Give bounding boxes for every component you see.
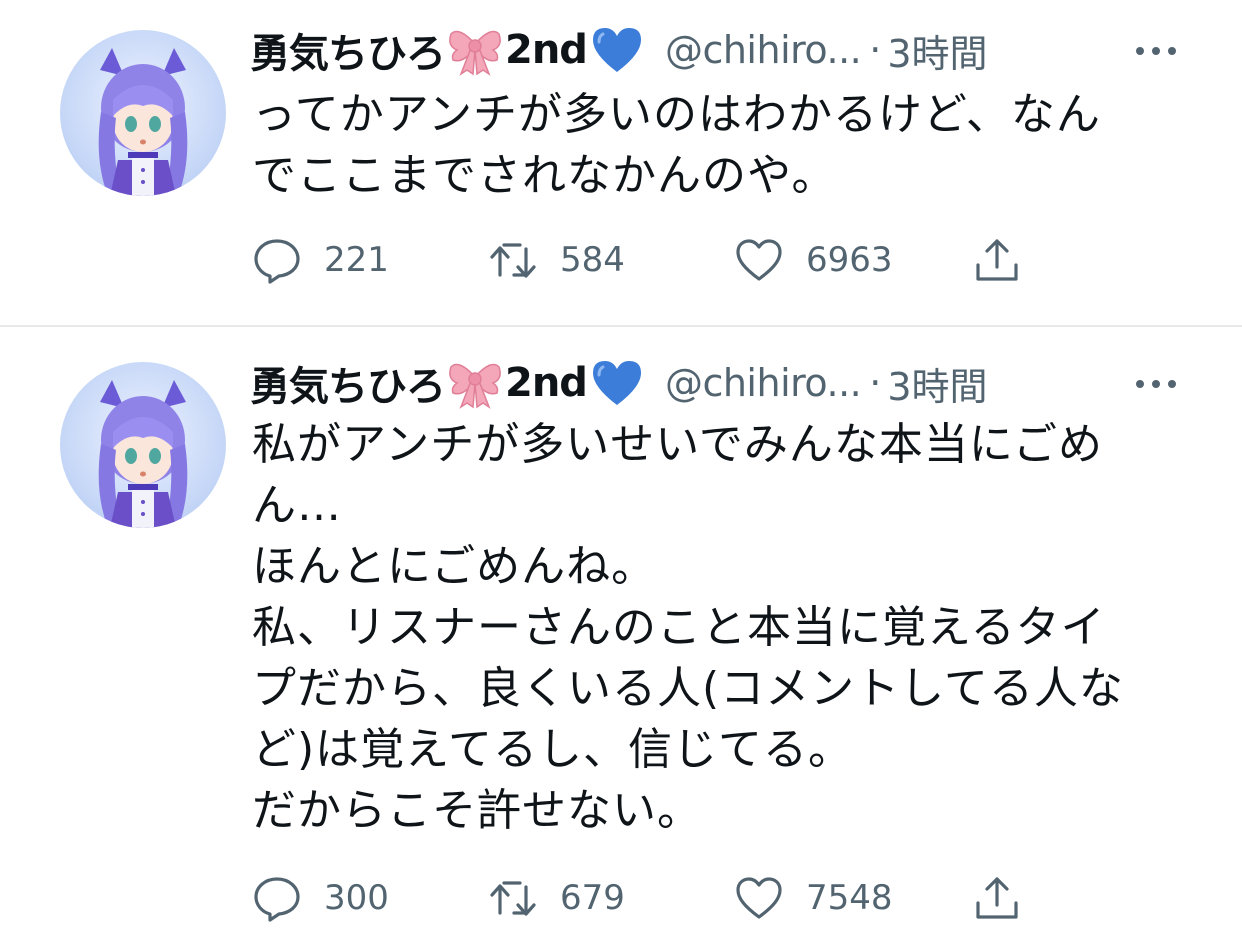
tweet-actions: 300 679 7548 [252, 868, 1052, 928]
handle[interactable]: @chihiro... [665, 28, 862, 72]
like-button[interactable]: 6963 [734, 230, 893, 290]
share-icon [976, 239, 1018, 281]
like-count: 6963 [806, 240, 893, 280]
tweet[interactable]: 勇気ちひろ 2nd @chihiro... · 3時間 [0, 328, 1242, 943]
reply-button[interactable]: 300 [252, 868, 389, 928]
like-count: 7548 [806, 878, 893, 918]
share-button[interactable] [972, 868, 1022, 928]
share-icon [976, 877, 1018, 919]
retweet-count: 679 [560, 878, 625, 918]
reply-count: 300 [324, 878, 389, 918]
retweet-icon [490, 881, 536, 916]
tweet-header: 勇気ちひろ 2nd @chihiro... · 3時間 [250, 353, 988, 413]
more-icon[interactable] [1134, 44, 1178, 58]
timestamp[interactable]: 3時間 [887, 356, 987, 411]
reply-count: 221 [324, 240, 389, 280]
tweet-divider [0, 325, 1242, 327]
like-icon [736, 239, 782, 281]
share-button[interactable] [972, 230, 1022, 290]
like-button[interactable]: 7548 [734, 868, 893, 928]
ribbon-icon [447, 357, 503, 409]
display-name-text[interactable]: 勇気ちひろ [250, 354, 446, 412]
tweet-actions: 221 584 6963 [252, 230, 1052, 290]
timestamp[interactable]: 3時間 [887, 23, 987, 78]
reply-icon [254, 877, 300, 922]
tweet-text: ってかアンチが多いのはわかるけど、なん でここまでされなかんのや。 [252, 89, 1101, 201]
retweet-count: 584 [560, 240, 625, 280]
display-name[interactable]: 勇気ちひろ 2nd [250, 21, 647, 79]
separator: · [869, 361, 882, 405]
separator: · [869, 28, 882, 72]
reply-icon [254, 239, 300, 284]
tweet[interactable]: 勇気ちひろ 2nd @chihiro... · 3時間 [0, 0, 1242, 325]
avatar[interactable] [60, 30, 226, 196]
reply-button[interactable]: 221 [252, 230, 389, 290]
blue-heart-icon [589, 357, 645, 409]
avatar[interactable] [60, 362, 226, 528]
retweet-button[interactable]: 679 [488, 868, 625, 928]
blue-heart-icon [589, 24, 645, 76]
display-name-text[interactable]: 勇気ちひろ [250, 21, 446, 79]
handle[interactable]: @chihiro... [665, 361, 862, 405]
display-name[interactable]: 勇気ちひろ 2nd [250, 354, 647, 412]
like-icon [736, 877, 782, 919]
tweet-header: 勇気ちひろ 2nd @chihiro... · 3時間 [250, 20, 988, 80]
display-name-suffix[interactable]: 2nd [505, 27, 588, 73]
more-icon[interactable] [1134, 377, 1178, 391]
ribbon-icon [447, 24, 503, 76]
retweet-button[interactable]: 584 [488, 230, 625, 290]
display-name-suffix[interactable]: 2nd [505, 360, 588, 406]
tweet-text: 私がアンチが多いせいでみんな本当にごめ ん… ほんとにごめんね。 私、リスナーさ… [252, 419, 1124, 836]
retweet-icon [490, 243, 536, 278]
